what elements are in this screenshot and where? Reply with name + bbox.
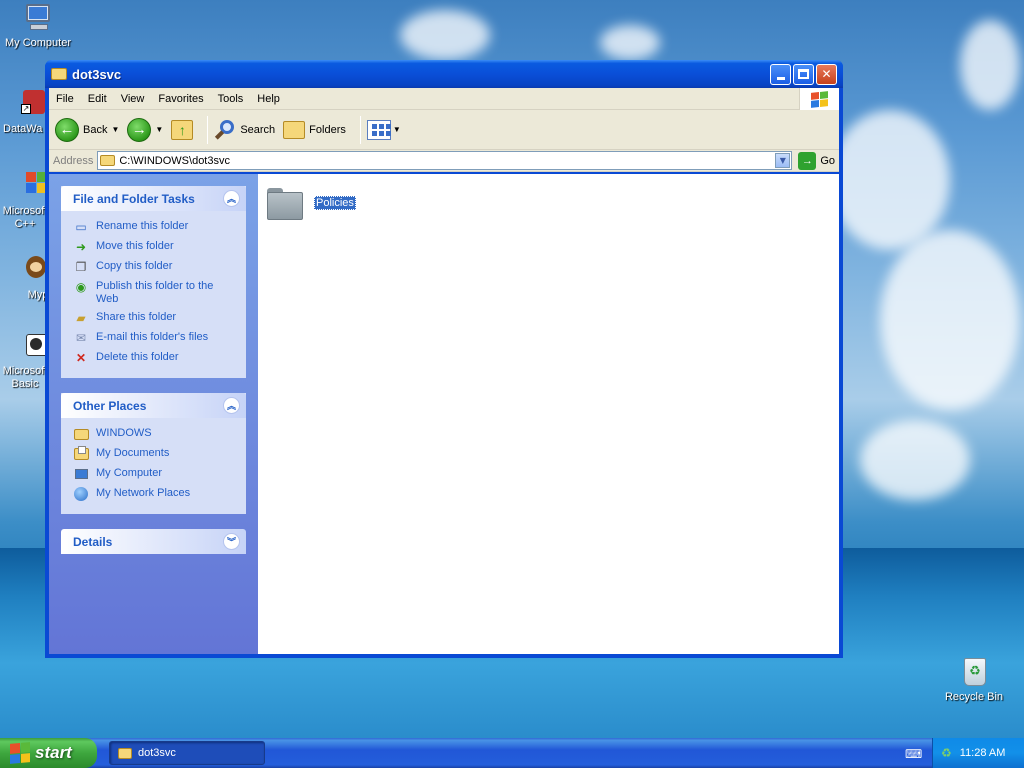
- task-delete-folder[interactable]: ✕ Delete this folder: [73, 350, 246, 366]
- file-folder-tasks-panel: File and Folder Tasks ︽ ▭ Rename this fol…: [61, 186, 246, 378]
- up-folder-button[interactable]: ↑: [171, 119, 194, 140]
- folder-icon: [51, 68, 67, 80]
- clock[interactable]: 11:28 AM: [960, 747, 1006, 759]
- search-button[interactable]: Search: [214, 119, 275, 141]
- task-share-folder[interactable]: ▰ Share this folder: [73, 310, 246, 326]
- file-list-area[interactable]: Policies: [258, 174, 839, 654]
- panel-header[interactable]: Other Places ︽: [61, 393, 246, 418]
- go-button[interactable]: → Go: [798, 151, 835, 170]
- desktop-icon-my-computer[interactable]: My Computer: [0, 2, 78, 50]
- close-icon: ✕: [821, 67, 832, 81]
- desktop-icon-recycle-bin[interactable]: ♻ Recycle Bin: [934, 656, 1014, 704]
- windows-logo-icon: [10, 742, 30, 764]
- toolbar-separator: [207, 115, 209, 144]
- task-copy-folder[interactable]: ❐ Copy this folder: [73, 259, 246, 275]
- toolbar: ← Back ▼ → ▼ ↑ Search Folders ▼: [49, 110, 839, 150]
- toolbar-separator: [359, 115, 361, 144]
- network-tray-icon[interactable]: ♻: [941, 746, 952, 760]
- explorer-window[interactable]: dot3svc ✕ File Edit View Favorites Tools…: [45, 60, 843, 658]
- address-label: Address: [53, 154, 94, 167]
- minimize-button[interactable]: [770, 63, 791, 85]
- menu-favorites[interactable]: Favorites: [151, 93, 210, 105]
- publish-icon: ◉: [75, 279, 87, 294]
- menu-view[interactable]: View: [114, 93, 152, 105]
- keyboard-icon[interactable]: ⌨: [905, 747, 922, 761]
- forward-button[interactable]: → ▼: [127, 117, 163, 142]
- desktop-icon-label: Recycle Bin: [944, 691, 1004, 703]
- folder-icon: [100, 155, 116, 166]
- taskbar-window-button[interactable]: dot3svc: [109, 741, 265, 765]
- desktop-icon-label: My Computer: [4, 37, 72, 49]
- dropdown-arrow-icon[interactable]: ▼: [111, 125, 119, 134]
- forward-arrow-icon: →: [127, 117, 152, 142]
- window-content: File and Folder Tasks ︽ ▭ Rename this fol…: [49, 174, 839, 654]
- task-rename-folder[interactable]: ▭ Rename this folder: [73, 219, 246, 235]
- my-computer-icon: [22, 2, 54, 34]
- dropdown-arrow-icon[interactable]: ▼: [393, 125, 401, 134]
- place-my-documents[interactable]: My Documents: [73, 446, 246, 462]
- folder-icon: [73, 426, 89, 442]
- menu-file[interactable]: File: [49, 93, 81, 105]
- search-icon: [214, 119, 236, 141]
- folders-button[interactable]: Folders: [283, 120, 346, 139]
- collapse-chevron-icon[interactable]: ︽: [223, 190, 240, 207]
- address-value: C:\WINDOWS\dot3svc: [119, 154, 230, 167]
- my-documents-icon: [73, 446, 89, 462]
- folders-icon: [283, 120, 306, 139]
- views-icon: [366, 119, 391, 140]
- close-button[interactable]: ✕: [816, 63, 837, 85]
- windows-logo-icon: [799, 88, 839, 110]
- expand-chevron-icon[interactable]: ︾: [223, 533, 240, 550]
- move-icon: ➜: [75, 239, 87, 254]
- menu-help[interactable]: Help: [250, 93, 287, 105]
- dropdown-arrow-icon[interactable]: ▼: [155, 125, 163, 134]
- details-panel: Details ︾: [61, 529, 246, 554]
- folder-name: Policies: [314, 196, 356, 210]
- task-publish-folder[interactable]: ◉ Publish this folder to the Web: [73, 279, 246, 306]
- collapse-chevron-icon[interactable]: ︽: [223, 397, 240, 414]
- start-button[interactable]: start: [0, 738, 97, 768]
- back-button[interactable]: ← Back ▼: [55, 117, 119, 142]
- menu-tools[interactable]: Tools: [211, 93, 251, 105]
- place-my-computer[interactable]: My Computer: [73, 466, 246, 482]
- task-move-folder[interactable]: ➜ Move this folder: [73, 239, 246, 255]
- share-icon: ▰: [76, 310, 86, 325]
- maximize-icon: [798, 69, 809, 79]
- panel-header[interactable]: Details ︾: [61, 529, 246, 554]
- panel-header[interactable]: File and Folder Tasks ︽: [61, 186, 246, 211]
- recycle-bin-icon: ♻: [958, 656, 990, 688]
- desktop-icon-label: DataWa: [3, 123, 43, 135]
- folder-item-policies[interactable]: Policies: [266, 186, 356, 220]
- window-title: dot3svc: [72, 66, 122, 82]
- address-dropdown-button[interactable]: ▼: [775, 153, 791, 168]
- maximize-button[interactable]: [793, 63, 814, 85]
- system-tray: ♻ 11:28 AM: [932, 738, 1024, 768]
- network-places-icon: [73, 486, 89, 502]
- email-icon: ✉: [75, 330, 87, 345]
- place-my-network-places[interactable]: My Network Places: [73, 486, 246, 502]
- address-input[interactable]: C:\WINDOWS\dot3svc ▼: [97, 151, 793, 170]
- back-arrow-icon: ←: [55, 117, 79, 142]
- task-pane: File and Folder Tasks ︽ ▭ Rename this fol…: [49, 174, 258, 654]
- folder-icon: [266, 186, 304, 220]
- my-computer-icon: [73, 466, 89, 482]
- folder-icon: [118, 747, 132, 759]
- up-folder-icon: ↑: [171, 119, 194, 140]
- views-button[interactable]: ▼: [366, 119, 401, 140]
- title-bar[interactable]: dot3svc ✕: [45, 60, 843, 88]
- menu-edit[interactable]: Edit: [81, 93, 114, 105]
- chevron-down-icon: ▼: [779, 156, 786, 165]
- task-email-files[interactable]: ✉ E-mail this folder's files: [73, 330, 246, 346]
- taskbar: start dot3svc ⌨ ♻ 11:28 AM: [0, 738, 1024, 768]
- place-windows[interactable]: WINDOWS: [73, 426, 246, 442]
- other-places-panel: Other Places ︽ WINDOWS My Documents My C…: [61, 393, 246, 514]
- minimize-icon: [776, 76, 785, 80]
- address-bar: Address C:\WINDOWS\dot3svc ▼ → Go: [49, 150, 839, 172]
- delete-icon: ✕: [75, 350, 87, 365]
- go-arrow-icon: →: [798, 151, 817, 170]
- menu-bar: File Edit View Favorites Tools Help: [49, 88, 839, 110]
- copy-icon: ❐: [75, 259, 87, 274]
- rename-icon: ▭: [75, 219, 87, 234]
